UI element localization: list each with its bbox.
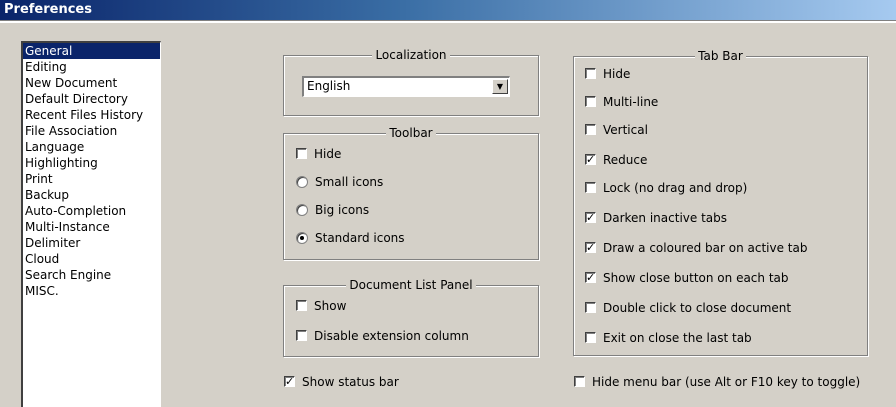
checkbox-icon[interactable] xyxy=(585,68,596,79)
language-select[interactable]: English ▼ xyxy=(302,76,510,97)
radio-icon[interactable] xyxy=(296,231,308,244)
toolbar-standard-icons-label: Standard icons xyxy=(315,231,405,245)
checkbox-icon[interactable] xyxy=(574,376,585,387)
tabbar-double-click-close-label: Double click to close document xyxy=(603,301,792,315)
category-item[interactable]: Search Engine xyxy=(23,267,160,283)
title-bar-separator xyxy=(0,20,896,23)
doclist-show-label: Show xyxy=(314,299,347,313)
checkbox-icon[interactable]: ✓ xyxy=(585,212,596,223)
show-status-bar-label: Show status bar xyxy=(302,375,399,389)
doclist-disable-extension-label: Disable extension column xyxy=(314,329,469,343)
category-item[interactable]: General xyxy=(23,43,160,59)
toolbar-big-icons-radio[interactable]: Big icons xyxy=(296,202,369,218)
radio-icon[interactable] xyxy=(296,203,308,216)
window-title: Preferences xyxy=(4,2,92,17)
language-select-value: English xyxy=(307,79,351,93)
category-item[interactable]: Print xyxy=(23,171,160,187)
tabbar-exit-last-tab-checkbox[interactable]: Exit on close the last tab xyxy=(585,330,752,346)
toolbar-title: Toolbar xyxy=(386,126,436,140)
checkbox-icon[interactable] xyxy=(296,330,307,341)
tabbar-reduce-checkbox[interactable]: ✓ Reduce xyxy=(585,152,647,168)
checkbox-icon[interactable] xyxy=(585,182,596,193)
checkbox-icon[interactable] xyxy=(585,96,596,107)
checkbox-icon[interactable]: ✓ xyxy=(585,272,596,283)
toolbar-small-icons-label: Small icons xyxy=(315,175,384,189)
toolbar-standard-icons-radio[interactable]: Standard icons xyxy=(296,230,405,246)
tabbar-coloured-bar-checkbox[interactable]: ✓ Draw a coloured bar on active tab xyxy=(585,240,807,256)
radio-icon[interactable] xyxy=(296,175,308,188)
doclist-show-checkbox[interactable]: Show xyxy=(296,298,346,314)
category-list[interactable]: General Editing New Document Default Direct… xyxy=(21,41,161,407)
show-status-bar-checkbox[interactable]: ✓ Show status bar xyxy=(284,374,399,390)
tabbar-multiline-checkbox[interactable]: Multi-line xyxy=(585,94,658,110)
localization-title: Localization xyxy=(372,48,450,62)
category-item[interactable]: New Document xyxy=(23,75,160,91)
checkbox-icon[interactable]: ✓ xyxy=(284,376,295,387)
checkbox-icon[interactable] xyxy=(296,300,307,311)
toolbar-hide-checkbox[interactable]: Hide xyxy=(296,146,341,162)
checkbox-icon[interactable]: ✓ xyxy=(585,242,596,253)
tabbar-close-button-label: Show close button on each tab xyxy=(603,271,789,285)
document-list-panel-group: Document List Panel xyxy=(283,278,539,357)
toolbar-small-icons-radio[interactable]: Small icons xyxy=(296,174,383,190)
hide-menu-bar-label: Hide menu bar (use Alt or F10 key to tog… xyxy=(592,375,861,389)
category-item[interactable]: Backup xyxy=(23,187,160,203)
tabbar-exit-last-tab-label: Exit on close the last tab xyxy=(603,331,752,345)
toolbar-hide-label: Hide xyxy=(314,147,342,161)
tabbar-reduce-label: Reduce xyxy=(603,153,648,167)
checkbox-icon[interactable]: ✓ xyxy=(585,154,596,165)
tabbar-multiline-label: Multi-line xyxy=(603,95,659,109)
tabbar-lock-label: Lock (no drag and drop) xyxy=(603,181,748,195)
tabbar-vertical-checkbox[interactable]: Vertical xyxy=(585,122,648,138)
category-item[interactable]: MISC. xyxy=(23,283,160,299)
tabbar-hide-checkbox[interactable]: Hide xyxy=(585,66,630,82)
tabbar-double-click-close-checkbox[interactable]: Double click to close document xyxy=(585,300,791,316)
category-item[interactable]: Recent Files History xyxy=(23,107,160,123)
category-item[interactable]: Default Directory xyxy=(23,91,160,107)
hide-menu-bar-checkbox[interactable]: Hide menu bar (use Alt or F10 key to tog… xyxy=(574,374,860,390)
title-bar: Preferences xyxy=(0,0,896,20)
category-item[interactable]: Highlighting xyxy=(23,155,160,171)
category-item[interactable]: Cloud xyxy=(23,251,160,267)
doclist-disable-extension-checkbox[interactable]: Disable extension column xyxy=(296,328,469,344)
tab-bar-title: Tab Bar xyxy=(695,49,746,63)
tabbar-darken-inactive-label: Darken inactive tabs xyxy=(603,211,728,225)
tabbar-darken-inactive-checkbox[interactable]: ✓ Darken inactive tabs xyxy=(585,210,727,226)
category-item[interactable]: Multi-Instance xyxy=(23,219,160,235)
checkbox-icon[interactable] xyxy=(585,302,596,313)
dropdown-arrow-icon[interactable]: ▼ xyxy=(492,79,508,94)
checkbox-icon[interactable] xyxy=(296,148,307,159)
category-item[interactable]: Editing xyxy=(23,59,160,75)
category-item[interactable]: Language xyxy=(23,139,160,155)
tabbar-hide-label: Hide xyxy=(603,67,631,81)
tabbar-lock-checkbox[interactable]: Lock (no drag and drop) xyxy=(585,180,747,196)
category-item[interactable]: File Association xyxy=(23,123,160,139)
tabbar-vertical-label: Vertical xyxy=(603,123,648,137)
category-item[interactable]: Delimiter xyxy=(23,235,160,251)
toolbar-big-icons-label: Big icons xyxy=(315,203,370,217)
checkbox-icon[interactable] xyxy=(585,124,596,135)
tabbar-close-button-checkbox[interactable]: ✓ Show close button on each tab xyxy=(585,270,789,286)
category-item[interactable]: Auto-Completion xyxy=(23,203,160,219)
checkbox-icon[interactable] xyxy=(585,332,596,343)
document-list-panel-title: Document List Panel xyxy=(346,278,476,292)
tabbar-coloured-bar-label: Draw a coloured bar on active tab xyxy=(603,241,808,255)
